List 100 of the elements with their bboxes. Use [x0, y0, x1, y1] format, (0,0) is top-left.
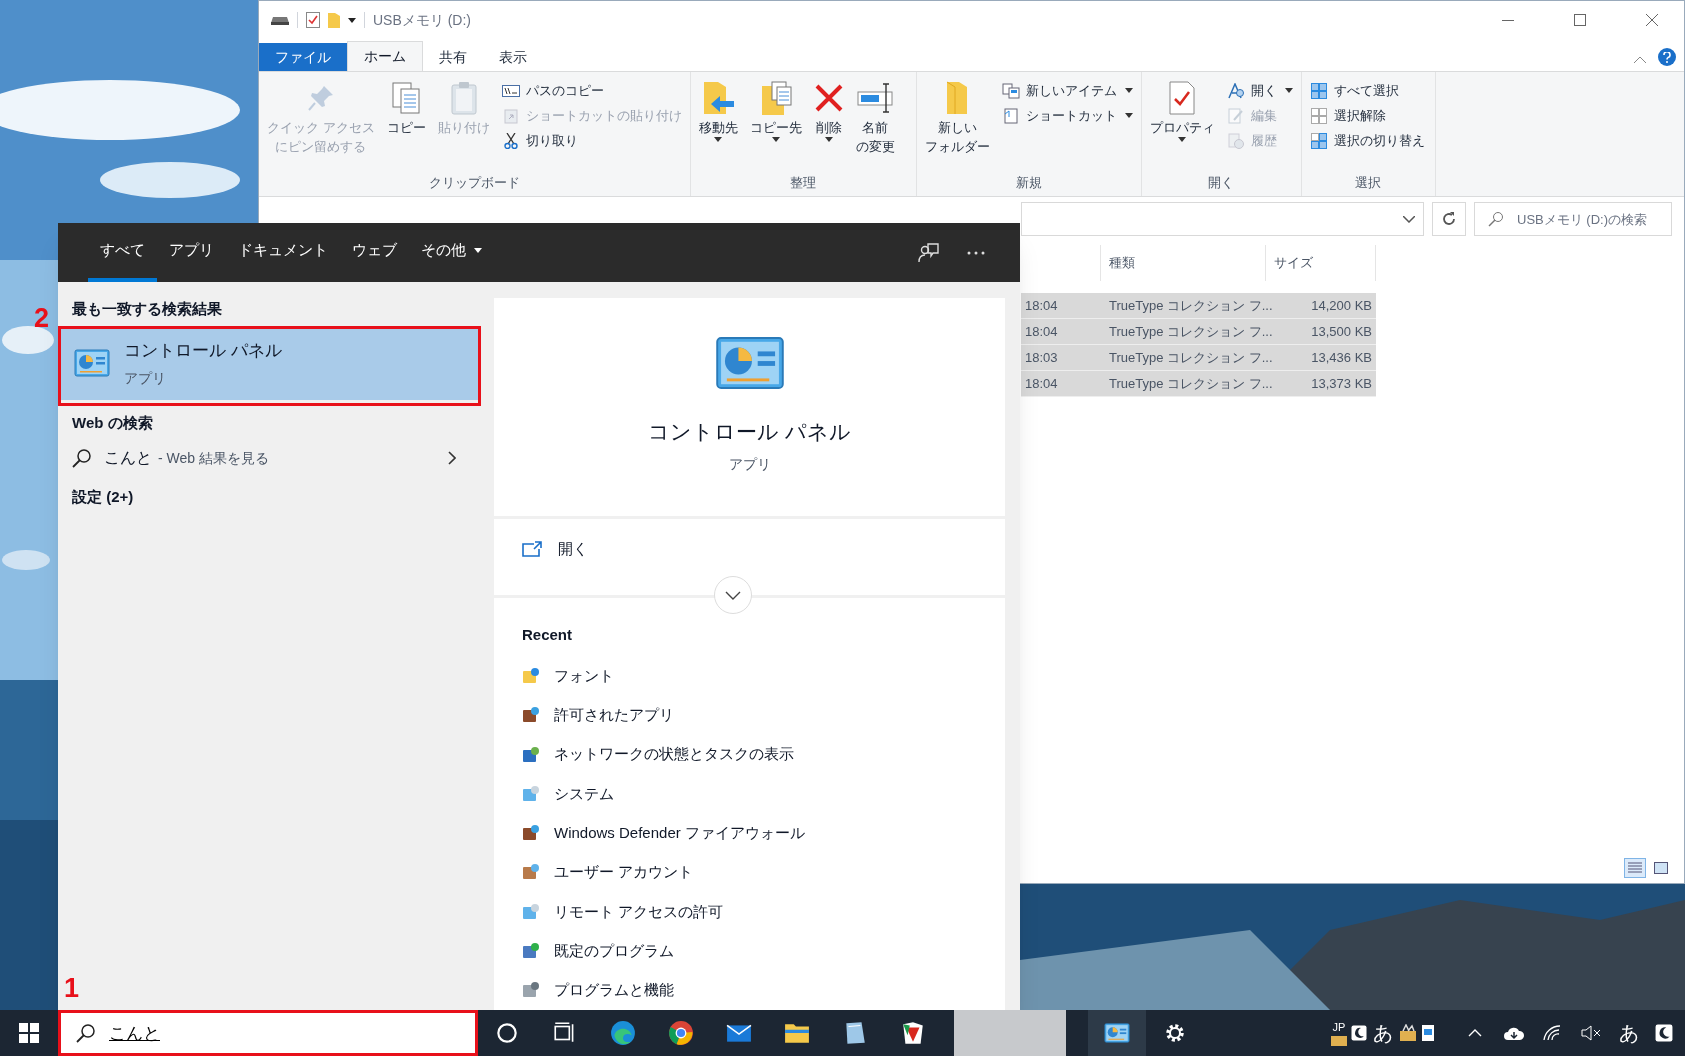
file-row[interactable]: 18:03 TrueType コレクション フ... 13,436 KB [1021, 345, 1376, 371]
table-cell-text: TrueType コレクション フ... [1108, 348, 1274, 367]
moon-icon[interactable] [1655, 1024, 1673, 1042]
ribbon-group-label: 開く [1208, 173, 1235, 192]
ribbon-tab[interactable]: 表示 [483, 43, 543, 71]
control-panel-icon [74, 349, 110, 378]
section-heading: Web の検索 [71, 413, 154, 434]
muted-speaker-icon[interactable] [1581, 1025, 1601, 1041]
section-heading: 最も一致する検索結果 [71, 299, 223, 320]
moon-icon[interactable] [1351, 1025, 1367, 1041]
ribbon-tab[interactable]: 共有 [423, 43, 483, 71]
ribbon-button[interactable]: 名前 の変更 [851, 78, 899, 156]
ribbon-button[interactable]: 切り取り [501, 128, 682, 153]
taskbar-search-field[interactable]: こんと [58, 1010, 478, 1056]
checklist-icon[interactable] [306, 12, 320, 28]
ribbon-tab[interactable]: ホーム [347, 41, 423, 71]
filter-tab[interactable]: その他 [409, 223, 494, 283]
table-cell-text: TrueType コレクション フ... [1108, 296, 1274, 315]
column-header[interactable]: 種類 [1109, 253, 1135, 273]
filter-tab[interactable]: ウェブ [340, 223, 409, 283]
table-cell-text: 14,200 KB [1310, 296, 1373, 315]
taskbar-button[interactable] [1088, 1010, 1146, 1056]
close-icon [1646, 14, 1658, 26]
toolbox-icon[interactable] [1399, 1024, 1417, 1042]
ribbon-button[interactable]: ショートカット [1001, 103, 1133, 128]
recent-item[interactable]: 許可されたアプリ [494, 695, 1005, 735]
search-field[interactable]: USBメモリ (D:)の検索 [1474, 202, 1672, 236]
file-row[interactable]: 18:04 TrueType コレクション フ... 13,500 KB [1021, 319, 1376, 345]
refresh-icon [1441, 211, 1457, 227]
applet-icon [522, 863, 540, 882]
ribbon-button[interactable]: 新しい フォルダー [920, 78, 994, 156]
applet-icon [522, 902, 540, 921]
applet-icon [522, 824, 540, 843]
open-action[interactable]: 開く [494, 519, 1005, 580]
language-indicator[interactable]: JP [1332, 1020, 1346, 1034]
ribbon-button[interactable]: 新しいアイテム [1001, 78, 1133, 103]
grid-icon [1310, 107, 1327, 124]
table-cell-text: TrueType コレクション フ... [1108, 374, 1274, 393]
ribbon-button[interactable]: コピー先 [745, 78, 806, 142]
ring-icon [668, 1020, 694, 1046]
chevron-down-icon[interactable] [1403, 215, 1415, 223]
ribbon-button[interactable]: 削除 [809, 78, 848, 142]
document-icon[interactable] [1421, 1024, 1435, 1042]
recent-item[interactable]: ネットワークの状態とタスクの表示 [494, 734, 1005, 775]
table-cell-text: 13,436 KB [1310, 348, 1373, 367]
ribbon-button[interactable]: すべて選択 [1309, 78, 1425, 103]
help-button[interactable] [1658, 48, 1676, 66]
clipboard-icon [449, 81, 478, 115]
step-number: 1 [64, 975, 80, 1002]
filter-tab[interactable]: ドキュメント [226, 223, 340, 283]
filter-tab[interactable]: すべて [88, 223, 157, 283]
edit-icon [1227, 107, 1244, 124]
search-icon [72, 448, 92, 469]
recent-item[interactable]: Windows Defender ファイアウォール [494, 813, 1005, 853]
file-row[interactable]: 18:04 TrueType コレクション フ... 14,200 KB [1021, 293, 1376, 319]
recent-item[interactable]: プログラムと機能 [494, 970, 1005, 1010]
chevron-down-icon [725, 590, 741, 600]
filter-tab[interactable]: アプリ [157, 223, 226, 283]
web-search-item[interactable]: こんと - Web 結果を見る [58, 436, 480, 481]
wifi-icon[interactable] [1543, 1025, 1561, 1041]
ribbon-button[interactable]: 移動先 [694, 78, 742, 142]
column-header[interactable]: サイズ [1274, 253, 1313, 273]
table-cell-text: TrueType コレクション フ... [1108, 322, 1274, 341]
recent-item[interactable]: フォント [494, 656, 1005, 696]
recent-item[interactable]: リモート アクセスの許可 [494, 892, 1005, 932]
search-result[interactable]: コントロール パネル アプリ [60, 326, 478, 401]
ime-mode-indicator[interactable]: あ [1373, 1018, 1393, 1048]
image-icon [1654, 862, 1668, 874]
table-cell-text: 18:04 [1024, 374, 1059, 393]
result-title: コントロール パネル [124, 340, 282, 363]
control-panel-icon [713, 336, 786, 391]
cloud-icon[interactable] [1503, 1025, 1525, 1041]
ribbon-tab[interactable]: ファイル [259, 43, 347, 71]
ribbon-button[interactable]: コピー [382, 78, 430, 137]
list-icon [1628, 862, 1642, 874]
search-icon [1488, 211, 1504, 227]
caret-icon [1124, 88, 1133, 93]
applet-icon [522, 784, 540, 803]
chevron-right-icon [448, 451, 456, 466]
x-mark-icon [813, 83, 844, 113]
collapse-icon[interactable] [1634, 56, 1646, 63]
refresh-button[interactable] [1432, 202, 1466, 236]
ribbon-button[interactable]: 開く [1226, 78, 1293, 103]
ribbon-button[interactable]: 選択の切り替え [1309, 128, 1425, 153]
ribbon-button[interactable]: パスのコピー [501, 78, 682, 103]
drive-icon[interactable] [271, 15, 289, 25]
applet-icon [522, 666, 540, 685]
scissors-icon [503, 132, 518, 149]
recent-item[interactable]: ユーザー アカウント [494, 852, 1005, 893]
tile-icon [900, 1020, 926, 1046]
ime-mode-indicator[interactable]: あ [1619, 1018, 1639, 1048]
applet-icon [522, 981, 540, 1000]
circle-icon [494, 1020, 520, 1046]
ribbon-button[interactable]: 選択解除 [1309, 103, 1425, 128]
recent-item[interactable]: システム [494, 774, 1005, 814]
window-title: USBメモリ (D:) [373, 10, 471, 30]
ribbon-button[interactable]: プロパティ [1145, 78, 1219, 142]
file-row[interactable]: 18:04 TrueType コレクション フ... 13,373 KB [1021, 371, 1376, 397]
recent-item[interactable]: 既定のプログラム [494, 931, 1005, 971]
caret-icon [348, 17, 356, 23]
